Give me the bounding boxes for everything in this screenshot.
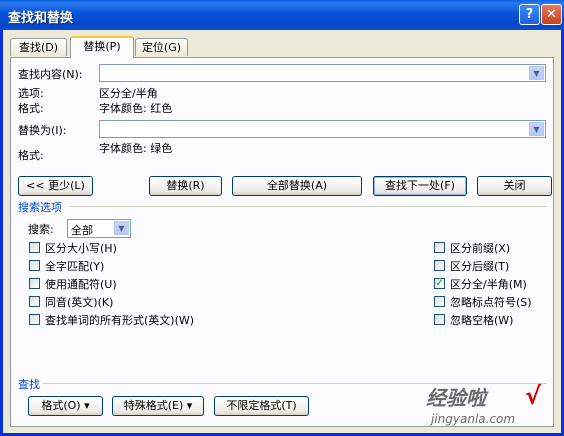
chevron-down-icon[interactable]: ▼ [529,122,544,136]
match-prefix-label: 区分前缀(X) [450,242,511,255]
close-icon: ✕ [546,7,557,22]
search-options-divider [69,206,547,207]
dialog-body: 查找(D) 替换(P) 定位(G) 查找内容(N): ▼ 选项: 区分全/半角 … [3,30,561,433]
close-button[interactable]: 关闭 [477,176,552,196]
chevron-down-icon[interactable]: ▼ [529,66,544,80]
wildcards-checkbox[interactable] [29,278,40,289]
watermark-text: 经验啦 [426,386,486,410]
replace-all-button[interactable]: 全部替换(A) [232,176,362,196]
tab-goto[interactable]: 定位(G) [135,38,188,56]
find-replace-dialog: 查找和替换 ? ✕ 查找(D) 替换(P) 定位(G) 查找内容(N): ▼ 选… [0,0,564,436]
search-direction-select[interactable]: 全部 ▼ [67,219,131,238]
ignore-whitespace-checkbox[interactable] [434,314,445,325]
help-button[interactable]: ? [519,4,540,25]
replace-format-value: 字体颜色: 绿色 [99,142,173,155]
find-options-label: 选项: [18,87,44,100]
tab-replace[interactable]: 替换(P) [70,36,134,58]
search-direction-label: 搜索: [28,223,54,236]
close-window-button[interactable]: ✕ [541,4,562,25]
no-formatting-button[interactable]: 不限定格式(T) [214,396,309,416]
sounds-like-checkbox[interactable] [29,296,40,307]
match-suffix-label: 区分后缀(T) [450,260,510,273]
window-title: 查找和替换 [8,11,74,26]
match-suffix-checkbox[interactable] [434,260,445,271]
find-options-value: 区分全/半角 [99,87,158,100]
ignore-punctuation-checkbox[interactable] [434,296,445,307]
find-format-value: 字体颜色: 红色 [99,102,173,115]
special-button[interactable]: 特殊格式(E) ▾ [112,396,204,416]
find-what-label: 查找内容(N): [18,68,83,81]
ignore-punctuation-label: 忽略标点符号(S) [450,296,532,309]
replace-panel: 查找内容(N): ▼ 选项: 区分全/半角 格式: 字体颜色: 红色 替换为(I… [10,57,554,427]
replace-with-combo[interactable]: ▼ [99,120,546,138]
watermark-check-icon: √ [525,382,542,410]
find-format-label: 格式: [18,102,44,115]
replace-button[interactable]: 替换(R) [149,176,222,196]
whole-word-label: 全字匹配(Y) [45,260,105,273]
chevron-down-icon[interactable]: ▼ [114,221,129,235]
match-case-label: 区分大小写(H) [45,242,117,255]
match-prefix-checkbox[interactable] [434,242,445,253]
match-case-checkbox[interactable] [29,242,40,253]
title-bar[interactable]: 查找和替换 ? ✕ [0,0,564,30]
all-word-forms-label: 查找单词的所有形式(英文)(W) [45,314,195,327]
tab-find[interactable]: 查找(D) [10,38,67,56]
replace-with-label: 替换为(I): [18,124,67,137]
replace-format-label: 格式: [18,149,44,162]
sounds-like-label: 同音(英文)(K) [45,296,114,309]
question-icon: ? [525,7,534,22]
format-button[interactable]: 格式(O) ▾ [28,396,103,416]
whole-word-checkbox[interactable] [29,260,40,271]
less-button[interactable]: << 更少(L) [18,176,93,196]
wildcards-label: 使用通配符(U) [45,278,117,291]
find-next-button[interactable]: 查找下一处(F) [373,176,467,196]
find-section-title: 查找 [18,378,40,391]
match-width-checkbox[interactable]: ✓ [434,278,445,289]
all-word-forms-checkbox[interactable] [29,314,40,325]
find-what-combo[interactable]: ▼ [99,64,546,82]
watermark-url: jingyanla.com [431,412,516,426]
match-width-label: 区分全/半角(M) [450,278,527,291]
ignore-whitespace-label: 忽略空格(W) [450,314,514,327]
search-options-title: 搜索选项 [18,201,62,214]
search-direction-value: 全部 [71,224,93,237]
